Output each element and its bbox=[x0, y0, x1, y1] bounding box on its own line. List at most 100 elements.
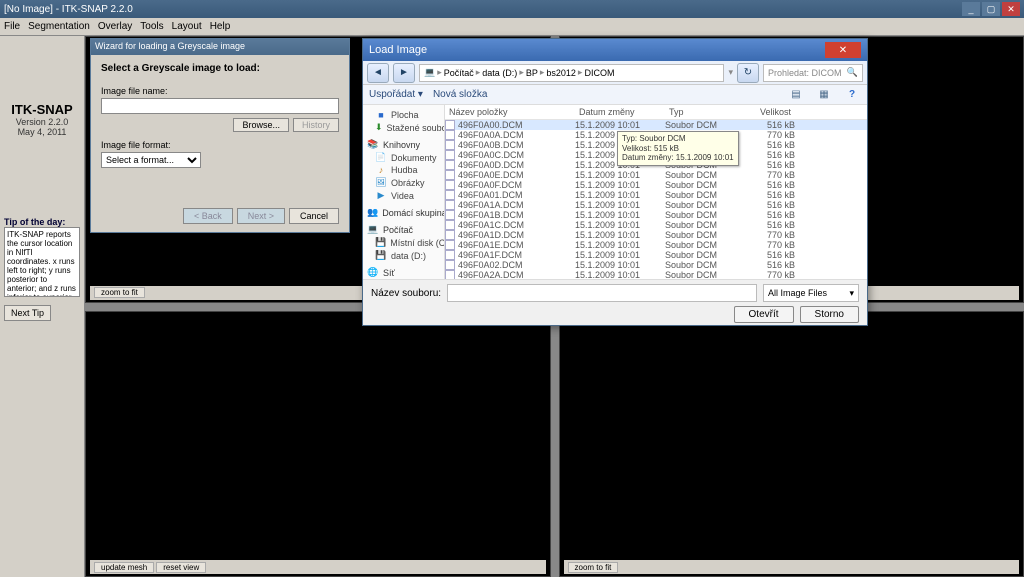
update-mesh-button[interactable]: update mesh bbox=[94, 562, 154, 573]
file-row[interactable]: 496F0A1E.DCM15.1.2009 10:01Soubor DCM770… bbox=[445, 240, 867, 250]
menu-file[interactable]: File bbox=[4, 21, 20, 32]
viewport-3d[interactable]: update meshreset view bbox=[85, 311, 551, 577]
browse-button[interactable]: Browse... bbox=[233, 118, 289, 132]
minimize-button[interactable]: _ bbox=[962, 2, 980, 16]
file-size: 516 kB bbox=[735, 200, 795, 210]
zoom-fit-button[interactable]: zoom to fit bbox=[568, 562, 619, 573]
place-item[interactable]: 📄Dokumenty bbox=[365, 151, 442, 164]
file-row[interactable]: 496F0A0E.DCM15.1.2009 10:01Soubor DCM770… bbox=[445, 170, 867, 180]
file-dialog-close-button[interactable]: ✕ bbox=[825, 42, 861, 58]
format-select[interactable]: Select a format... bbox=[101, 152, 201, 168]
crumb-item[interactable]: BP bbox=[526, 68, 538, 78]
file-icon bbox=[445, 230, 455, 240]
col-type[interactable]: Typ bbox=[665, 105, 735, 119]
filename-input[interactable] bbox=[101, 98, 339, 114]
file-row[interactable]: 496F0A00.DCM15.1.2009 10:01Soubor DCM516… bbox=[445, 120, 867, 130]
file-icon bbox=[445, 250, 455, 260]
file-list[interactable]: Název položky Datum změny Typ Velikost 4… bbox=[445, 105, 867, 279]
place-item[interactable]: ⬇Stažené soubory bbox=[365, 121, 442, 134]
zoom-fit-button[interactable]: zoom to fit bbox=[94, 287, 145, 298]
place-item[interactable]: 💻Počítač bbox=[365, 223, 442, 236]
cancel-button[interactable]: Storno bbox=[800, 306, 859, 323]
file-name: 496F0A1D.DCM bbox=[458, 230, 524, 240]
crumb-item[interactable]: data (D:) bbox=[482, 68, 517, 78]
place-item[interactable]: ▶Videa bbox=[365, 189, 442, 202]
filter-select[interactable]: All Image Files▾ bbox=[763, 284, 859, 302]
file-row[interactable]: 496F0A2A.DCM15.1.2009 10:01Soubor DCM770… bbox=[445, 270, 867, 279]
file-size: 516 kB bbox=[735, 150, 795, 160]
organize-button[interactable]: Uspořádat ▾ bbox=[369, 89, 423, 100]
new-folder-button[interactable]: Nová složka bbox=[433, 89, 487, 100]
next-button[interactable]: Next > bbox=[237, 208, 285, 224]
menu-layout[interactable]: Layout bbox=[172, 21, 202, 32]
open-button[interactable]: Otevřít bbox=[734, 306, 794, 323]
file-row[interactable]: 496F0A1A.DCM15.1.2009 10:01Soubor DCM516… bbox=[445, 200, 867, 210]
file-icon bbox=[445, 190, 455, 200]
search-input[interactable]: Prohledat: DICOM 🔍 bbox=[763, 64, 863, 82]
menu-tools[interactable]: Tools bbox=[140, 21, 163, 32]
col-date[interactable]: Datum změny bbox=[575, 105, 665, 119]
chevron-down-icon: ▾ bbox=[849, 288, 854, 299]
refresh-button[interactable]: ↻ bbox=[737, 63, 759, 83]
file-type: Soubor DCM bbox=[665, 240, 735, 250]
tip-box: Tip of the day: ITK-SNAP reports the cur… bbox=[4, 217, 80, 321]
file-size: 516 kB bbox=[735, 220, 795, 230]
next-tip-button[interactable]: Next Tip bbox=[4, 305, 51, 321]
file-row[interactable]: 496F0A02.DCM15.1.2009 10:01Soubor DCM516… bbox=[445, 260, 867, 270]
file-type: Soubor DCM bbox=[665, 190, 735, 200]
place-item[interactable]: ♪Hudba bbox=[365, 164, 442, 176]
file-name: 496F0A0D.DCM bbox=[458, 160, 524, 170]
search-icon: 🔍 bbox=[847, 67, 858, 78]
reset-view-button[interactable]: reset view bbox=[156, 562, 206, 573]
place-icon: 💾 bbox=[375, 237, 386, 248]
file-row[interactable]: 496F0A1B.DCM15.1.2009 10:01Soubor DCM516… bbox=[445, 210, 867, 220]
place-item[interactable]: 📚Knihovny bbox=[365, 138, 442, 151]
col-size[interactable]: Velikost bbox=[735, 105, 795, 119]
place-item[interactable]: 💾data (D:) bbox=[365, 249, 442, 262]
crumb-item[interactable]: bs2012 bbox=[546, 68, 576, 78]
place-item[interactable]: ■Plocha bbox=[365, 109, 442, 121]
nav-back-button[interactable]: ◄ bbox=[367, 63, 389, 83]
place-item[interactable]: 💾 Místní disk (C:) bbox=[365, 236, 442, 249]
file-row[interactable]: 496F0A1F.DCM15.1.2009 10:01Soubor DCM516… bbox=[445, 250, 867, 260]
file-row[interactable]: 496F0A1D.DCM15.1.2009 10:01Soubor DCM770… bbox=[445, 230, 867, 240]
history-button[interactable]: History bbox=[293, 118, 339, 132]
menu-segmentation[interactable]: Segmentation bbox=[28, 21, 90, 32]
menu-help[interactable]: Help bbox=[210, 21, 231, 32]
file-size: 516 kB bbox=[735, 140, 795, 150]
menu-overlay[interactable]: Overlay bbox=[98, 21, 132, 32]
crumb-item[interactable]: DICOM bbox=[584, 68, 614, 78]
place-label: Místní disk (C:) bbox=[390, 238, 445, 248]
file-size: 516 kB bbox=[735, 190, 795, 200]
place-item[interactable]: 🌐Síť bbox=[365, 266, 442, 279]
col-name[interactable]: Název položky bbox=[445, 105, 575, 119]
views-icon[interactable]: ▤ bbox=[787, 87, 805, 103]
breadcrumb[interactable]: 💻▸ Počítač▸ data (D:)▸ BP▸ bs2012▸ DICOM bbox=[419, 64, 724, 82]
wizard-heading: Select a Greyscale image to load: bbox=[101, 63, 339, 74]
cancel-button[interactable]: Cancel bbox=[289, 208, 339, 224]
file-name: 496F0A1E.DCM bbox=[458, 240, 524, 250]
crumb-item[interactable]: Počítač bbox=[444, 68, 474, 78]
tooltip: Typ: Soubor DCM Velikost: 515 kB Datum z… bbox=[617, 131, 739, 166]
file-row[interactable]: 496F0A1C.DCM15.1.2009 10:01Soubor DCM516… bbox=[445, 220, 867, 230]
viewport-coronal[interactable]: zoom to fit bbox=[559, 311, 1024, 577]
place-item[interactable]: 👥Domácí skupina bbox=[365, 206, 442, 219]
filename-combo[interactable] bbox=[447, 284, 757, 302]
preview-icon[interactable]: ▦ bbox=[815, 87, 833, 103]
help-icon[interactable]: ? bbox=[843, 87, 861, 103]
file-row[interactable]: 496F0A01.DCM15.1.2009 10:01Soubor DCM516… bbox=[445, 190, 867, 200]
format-label: Image file format: bbox=[101, 140, 339, 150]
file-name: 496F0A1B.DCM bbox=[458, 210, 524, 220]
close-button[interactable]: ✕ bbox=[1002, 2, 1020, 16]
file-type: Soubor DCM bbox=[665, 180, 735, 190]
maximize-button[interactable]: ▢ bbox=[982, 2, 1000, 16]
file-row[interactable]: 496F0A0F.DCM15.1.2009 10:01Soubor DCM516… bbox=[445, 180, 867, 190]
file-icon bbox=[445, 180, 455, 190]
titlebar: [No Image] - ITK-SNAP 2.2.0 _ ▢ ✕ bbox=[0, 0, 1024, 18]
file-type: Soubor DCM bbox=[665, 270, 735, 279]
nav-fwd-button[interactable]: ► bbox=[393, 63, 415, 83]
place-icon: 📚 bbox=[367, 139, 379, 150]
place-item[interactable]: 🖼Obrázky bbox=[365, 176, 442, 189]
file-type: Soubor DCM bbox=[665, 230, 735, 240]
back-button[interactable]: < Back bbox=[183, 208, 233, 224]
